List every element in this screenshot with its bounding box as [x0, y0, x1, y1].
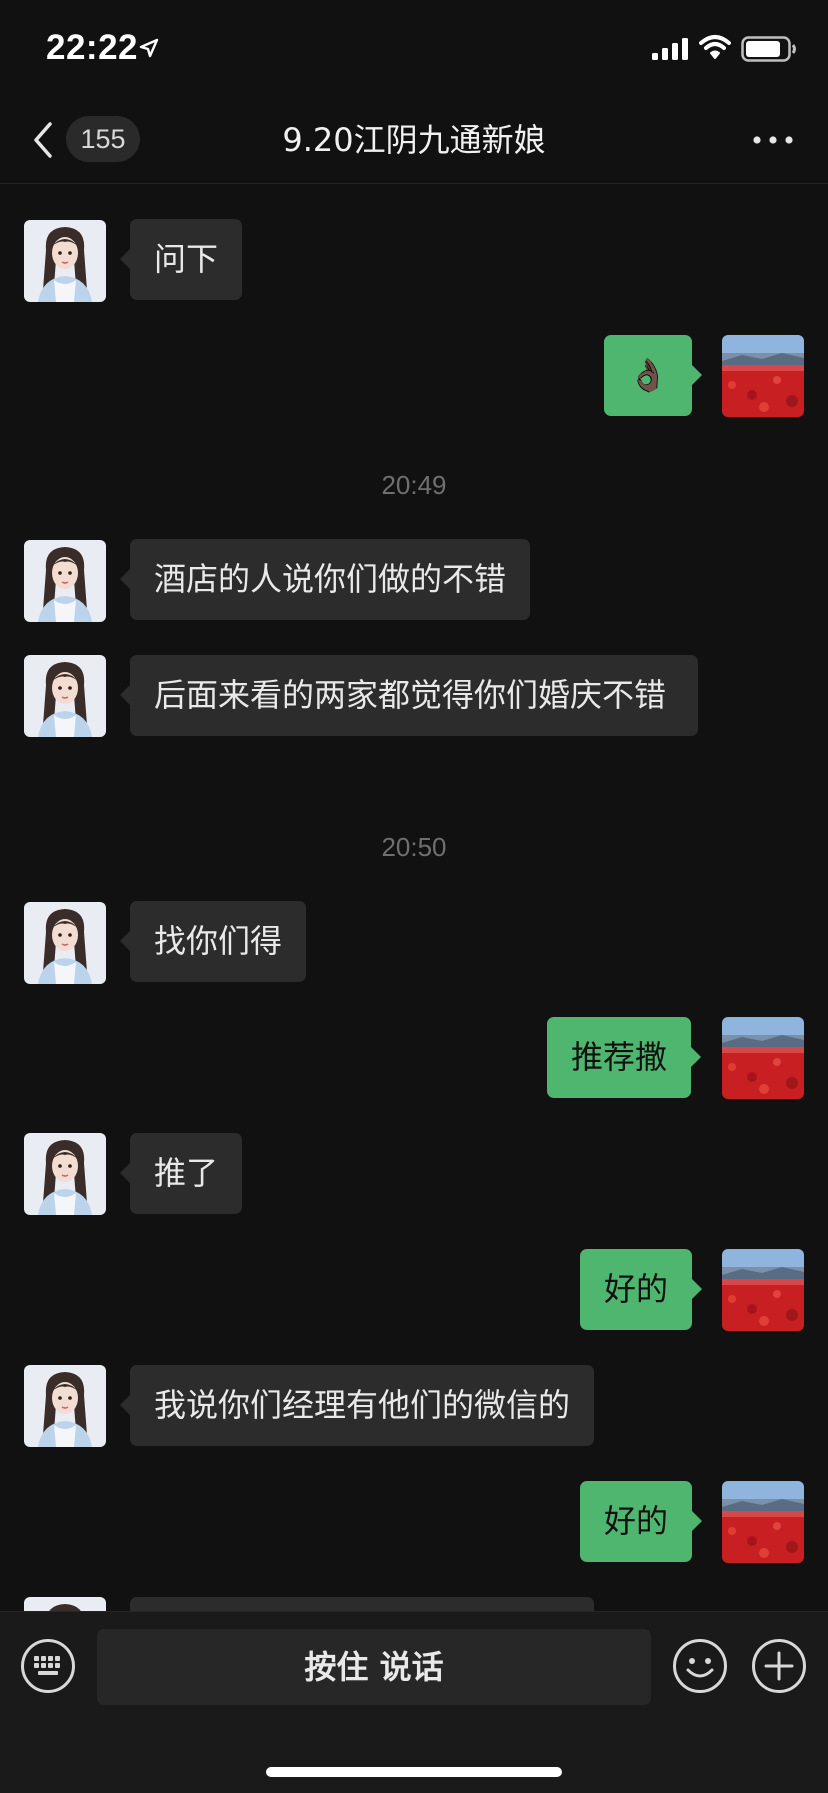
battery-icon [741, 36, 796, 62]
input-bar: 按住 说话 [0, 1611, 828, 1793]
my-avatar[interactable] [722, 1249, 804, 1331]
incoming-message[interactable]: 推了 [119, 1133, 243, 1214]
status-bar: 22:22 [0, 0, 828, 96]
my-avatar[interactable] [722, 1017, 804, 1099]
incoming-message[interactable]: 我说你们经理有他们的微信的 [119, 1365, 595, 1446]
cellular-signal-icon [652, 38, 688, 60]
contact-avatar[interactable] [24, 655, 106, 737]
my-avatar[interactable] [722, 1481, 804, 1563]
outgoing-message[interactable]: 好的 [580, 1249, 703, 1330]
location-arrow-icon [139, 38, 159, 58]
outgoing-message[interactable]: 推荐撒 [547, 1017, 702, 1098]
plus-icon[interactable] [751, 1638, 807, 1694]
message-timestamp: 20:50 [381, 832, 447, 862]
incoming-message[interactable]: 酒店的人说你们做的不错 [119, 539, 531, 620]
contact-avatar[interactable] [24, 902, 106, 984]
chat-header: 155 9.20江阴九通新娘 [0, 96, 828, 184]
chat-title: 9.20江阴九通新娘 [282, 121, 546, 159]
contact-avatar[interactable] [24, 1133, 106, 1215]
home-indicator[interactable] [266, 1767, 562, 1777]
contact-avatar[interactable] [24, 1365, 106, 1447]
incoming-message[interactable]: 后面来看的两家都觉得你们婚庆不错 [120, 655, 698, 736]
incoming-message[interactable]: 问下 [119, 219, 243, 300]
status-time: 22:22 [46, 28, 139, 67]
my-avatar[interactable] [722, 335, 804, 417]
keyboard-icon[interactable] [20, 1638, 76, 1694]
outgoing-message[interactable]: 👌🏿 [604, 335, 702, 416]
hold-to-talk-button[interactable]: 按住 说话 [97, 1629, 651, 1705]
more-dots-icon[interactable] [748, 118, 798, 162]
contact-avatar[interactable] [24, 540, 106, 622]
incoming-message[interactable]: 找你们得 [119, 901, 307, 982]
message-timestamp: 20:49 [381, 470, 447, 500]
wifi-icon [699, 35, 731, 59]
emoji-icon[interactable] [672, 1638, 728, 1694]
outgoing-message[interactable]: 好的 [580, 1481, 703, 1562]
contact-avatar[interactable] [24, 220, 106, 302]
